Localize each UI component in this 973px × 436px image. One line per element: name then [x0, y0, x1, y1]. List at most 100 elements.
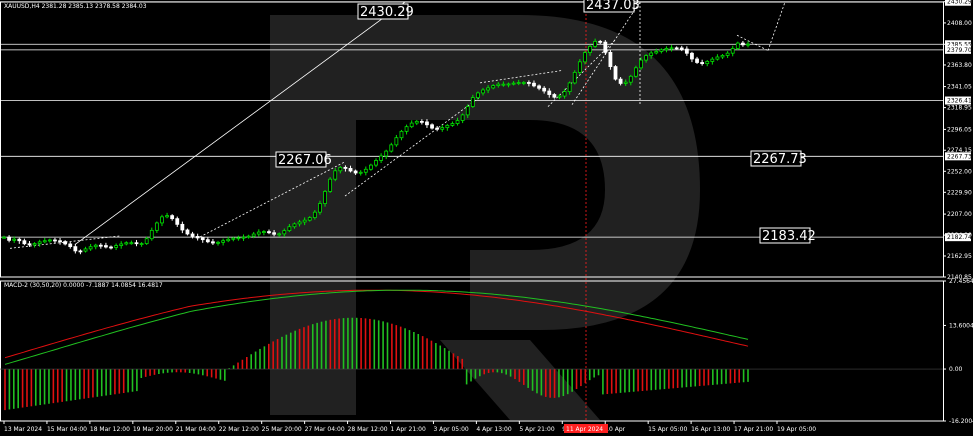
candle-body — [379, 155, 383, 161]
candle-body — [674, 47, 679, 50]
x-tick-label: 16 Apr 13:00 — [691, 426, 730, 433]
trend-line — [767, 1, 786, 51]
candle-body — [12, 238, 17, 241]
candle-body — [348, 168, 353, 172]
candle-body — [180, 223, 185, 231]
candle-body — [139, 243, 144, 245]
candle-body — [22, 240, 27, 245]
candle-body — [598, 40, 603, 43]
candle-body — [440, 127, 445, 130]
candle-body — [409, 122, 414, 128]
chart-header: XAUUSD,H4 2381.28 2385.13 2378.58 2384.0… — [4, 3, 147, 10]
candle-body — [2, 236, 6, 239]
macd-y-tick-label: 13.6004 — [949, 322, 973, 329]
x-tick-label: 25 Mar 20:00 — [262, 426, 302, 433]
candle-body — [358, 171, 363, 174]
candle-body — [195, 236, 200, 239]
candle-body — [88, 246, 93, 250]
candle-body — [684, 48, 689, 54]
candle-body — [205, 239, 210, 243]
candle-body — [476, 92, 480, 98]
x-tick-label: 13 Mar 2024 — [4, 426, 42, 433]
candle-body — [404, 126, 409, 132]
candle-body — [221, 240, 226, 243]
candle-body — [654, 51, 659, 54]
candle-body — [695, 58, 699, 63]
candle-body — [119, 243, 124, 246]
candle-body — [511, 82, 516, 85]
candle-body — [659, 49, 664, 52]
price-tag-label: 2182.74 — [947, 234, 972, 241]
candle-body — [669, 47, 674, 50]
candle-body — [557, 95, 562, 98]
macd-y-tick-label: 0.00 — [949, 366, 963, 373]
candle-body — [369, 164, 373, 170]
candle-body — [394, 137, 399, 146]
candle-body — [414, 120, 419, 124]
y-tick-label: 2318.95 — [947, 105, 972, 112]
candle-body — [272, 232, 276, 235]
candle-body — [109, 246, 113, 249]
x-tick-label: 17 Apr 21:00 — [734, 426, 773, 433]
candle-body — [190, 233, 195, 237]
candle-body — [58, 240, 62, 243]
candle-body — [425, 121, 429, 126]
candle-body — [63, 241, 68, 245]
candle-body — [588, 46, 592, 53]
candle-body — [481, 89, 485, 94]
candle-body — [42, 240, 47, 243]
candle-body — [552, 94, 557, 98]
candle-body — [532, 82, 536, 87]
candle-body — [134, 242, 139, 245]
x-tick-label: 10 Apr — [605, 426, 625, 433]
candle-body — [282, 230, 287, 235]
candle-body — [144, 238, 149, 244]
macd-header: MACD-2 (30,50,20) 0.0000 -7.1887 14.0854… — [4, 282, 163, 289]
candle-body — [639, 59, 643, 69]
candle-body — [129, 242, 134, 245]
candle-body — [644, 55, 648, 61]
candle-body — [277, 233, 282, 236]
x-tick-label: 27 Mar 04:00 — [305, 426, 345, 433]
y-tick-label: 2252.00 — [947, 168, 972, 175]
candle-body — [338, 166, 343, 172]
annotation-label: 2437.03 — [586, 0, 640, 13]
candle-body — [93, 244, 98, 248]
candle-body — [430, 124, 434, 129]
candle-body — [649, 52, 654, 56]
candle-body — [486, 87, 491, 91]
candle-body — [389, 144, 394, 152]
candle-body — [746, 43, 750, 46]
candle-body — [577, 61, 582, 73]
x-tick-label: 28 Mar 12:00 — [348, 426, 388, 433]
candle-body — [246, 235, 251, 238]
y-tick-label: 2229.90 — [947, 189, 972, 196]
candle-body — [384, 150, 389, 157]
x-tick-label: 22 Mar 12:00 — [219, 426, 259, 433]
candle-body — [567, 82, 572, 92]
candle-body — [78, 250, 83, 253]
candle-body — [32, 243, 37, 246]
candle-body — [165, 215, 169, 218]
candle-body — [460, 114, 465, 121]
candle-body — [312, 211, 317, 219]
candle-body — [526, 82, 531, 84]
candle-body — [114, 245, 119, 248]
candle-body — [73, 246, 78, 252]
price-axis: 2430.292408.002385.552363.802341.052318.… — [943, 0, 973, 425]
candle-body — [399, 130, 404, 139]
candle-body — [562, 91, 567, 97]
candle-body — [251, 233, 256, 237]
candle-body — [226, 238, 231, 242]
candle-body — [623, 81, 628, 84]
price-chart: 2430.292408.002385.552363.802341.052318.… — [0, 0, 973, 433]
candle-body — [175, 218, 180, 225]
candle-body — [435, 127, 440, 130]
candle-body — [633, 67, 638, 77]
y-tick-label: 2341.05 — [947, 84, 972, 91]
candle-body — [491, 85, 496, 89]
annotation-label: 2267.73 — [753, 152, 807, 167]
x-tick-label: 15 Mar 04:00 — [47, 426, 87, 433]
candle-body — [710, 58, 715, 62]
candle-body — [343, 166, 348, 169]
